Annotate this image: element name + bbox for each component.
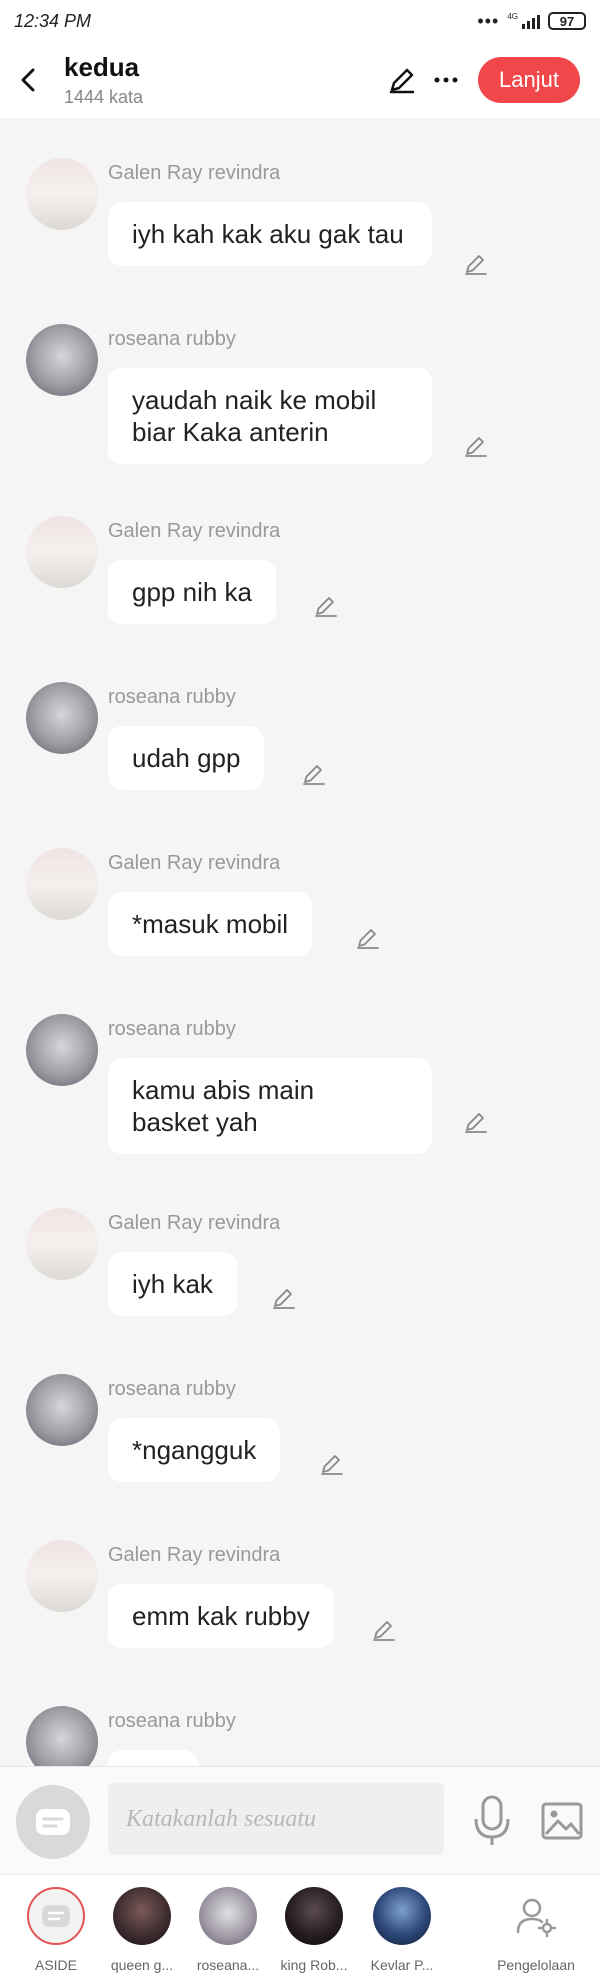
image-icon[interactable] — [540, 1799, 584, 1843]
edit-message-icon[interactable] — [462, 1108, 490, 1136]
message-bubble[interactable]: gpp nih ka — [108, 560, 276, 624]
sender-name: roseana rubby — [108, 328, 236, 350]
signal-icon: 4G — [507, 13, 540, 29]
character-name: Pengelolaan — [497, 1957, 575, 1973]
character-bar: ASIDE queen g... roseana... king Rob... … — [0, 1874, 600, 1983]
header: kedua 1444 kata Lanjut — [0, 42, 600, 118]
message-bubble[interactable]: iyh kah kak aku gak tau — [108, 202, 432, 266]
user-settings-icon — [516, 1898, 557, 1938]
notification-dots-icon: ••• — [477, 10, 500, 31]
character-aside[interactable]: ASIDE — [14, 1887, 98, 1973]
microphone-icon[interactable] — [470, 1793, 514, 1849]
edit-message-icon[interactable] — [270, 1284, 298, 1312]
chevron-left-icon — [21, 68, 35, 92]
title-block: kedua 1444 kata — [56, 52, 380, 108]
pencil-icon — [389, 68, 415, 94]
character-item[interactable]: Kevlar P... — [360, 1887, 444, 1973]
avatar[interactable] — [26, 1374, 98, 1446]
sender-name: Galen Ray revindra — [108, 1212, 281, 1234]
edit-message-icon[interactable] — [462, 432, 490, 460]
sender-name: Galen Ray revindra — [108, 162, 281, 184]
message-bubble[interactable]: *masuk mobil — [108, 892, 313, 956]
character-item[interactable]: roseana... — [186, 1887, 270, 1973]
avatar[interactable] — [26, 324, 98, 396]
character-item[interactable]: king Rob... — [272, 1887, 356, 1973]
more-horizontal-icon — [434, 77, 458, 83]
sender-name: roseana rubby — [108, 1378, 236, 1400]
message-bubble[interactable]: *ngangguk — [108, 1418, 281, 1482]
chat-bubble-icon — [36, 1809, 70, 1835]
sender-name: roseana rubby — [108, 1018, 236, 1040]
message-bubble[interactable] — [108, 1750, 198, 1766]
sender-name: roseana rubby — [108, 686, 236, 708]
character-name: ASIDE — [34, 1957, 77, 1973]
edit-message-icon[interactable] — [312, 592, 340, 620]
aside-compose-button[interactable] — [16, 1785, 90, 1859]
aside-avatar — [27, 1887, 85, 1945]
avatar — [373, 1887, 431, 1945]
input-bar — [0, 1766, 600, 1874]
sender-name: Galen Ray revindra — [108, 520, 281, 542]
avatar[interactable] — [26, 516, 98, 588]
network-type: 4G — [507, 12, 518, 21]
avatar[interactable] — [26, 1706, 98, 1766]
manage-characters-button[interactable]: Pengelolaan — [486, 1887, 586, 1973]
message-bubble[interactable]: iyh kak — [108, 1252, 237, 1316]
avatar[interactable] — [26, 848, 98, 920]
more-options-button[interactable] — [424, 42, 468, 118]
avatar[interactable] — [26, 1540, 98, 1612]
edit-message-icon[interactable] — [318, 1450, 346, 1478]
character-name: Kevlar P... — [370, 1957, 434, 1973]
sender-name: Galen Ray revindra — [108, 1544, 281, 1566]
message-bubble[interactable]: kamu abis main basket yah — [108, 1058, 432, 1154]
avatar[interactable] — [26, 682, 98, 754]
battery-level: 97 — [559, 13, 575, 29]
character-name: queen g... — [110, 1957, 174, 1973]
page-title: kedua — [64, 52, 140, 82]
message-bubble[interactable]: emm kak rubby — [108, 1584, 334, 1648]
avatar — [285, 1887, 343, 1945]
character-name: roseana... — [196, 1957, 260, 1973]
avatar — [113, 1887, 171, 1945]
chat-bubble-icon — [42, 1905, 70, 1927]
character-item[interactable]: queen g... — [100, 1887, 184, 1973]
word-count: 1444 kata — [64, 87, 144, 107]
next-button[interactable]: Lanjut — [478, 57, 580, 103]
status-icons: ••• 4G 97 — [477, 11, 586, 32]
edit-message-icon[interactable] — [462, 250, 490, 278]
edit-message-icon[interactable] — [354, 924, 382, 952]
edit-message-icon[interactable] — [300, 760, 328, 788]
edit-title-button[interactable] — [380, 42, 424, 118]
edit-message-icon[interactable] — [370, 1616, 398, 1644]
avatar — [199, 1887, 257, 1945]
status-bar: 12:34 PM ••• 4G 97 — [0, 0, 600, 42]
avatar[interactable] — [26, 158, 98, 230]
battery-icon: 97 — [548, 12, 586, 30]
status-time: 12:34 PM — [14, 10, 92, 31]
manage-avatar — [507, 1887, 565, 1945]
message-input[interactable] — [108, 1783, 444, 1855]
message-list[interactable]: Galen Ray revindra iyh kah kak aku gak t… — [0, 118, 600, 1766]
message-bubble[interactable]: udah gpp — [108, 726, 265, 790]
message-bubble[interactable]: yaudah naik ke mobil biar Kaka anterin — [108, 368, 432, 464]
avatar[interactable] — [26, 1014, 98, 1086]
avatar[interactable] — [26, 1208, 98, 1280]
sender-name: Galen Ray revindra — [108, 852, 281, 874]
sender-name: roseana rubby — [108, 1710, 236, 1732]
character-name: king Rob... — [280, 1957, 348, 1973]
back-button[interactable] — [0, 42, 56, 118]
